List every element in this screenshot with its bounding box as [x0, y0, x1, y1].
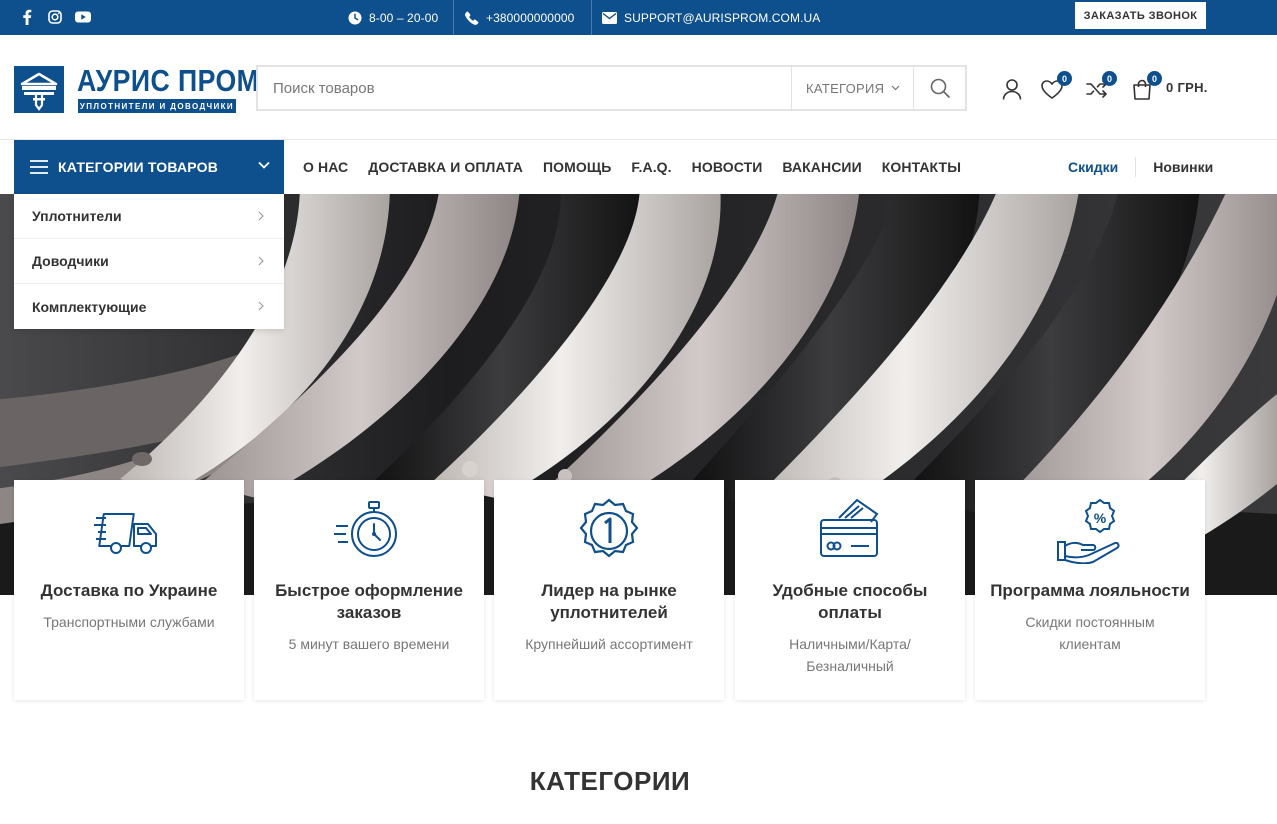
new-arrivals-link[interactable]: Новинки	[1153, 159, 1213, 175]
youtube-icon[interactable]	[74, 8, 92, 26]
main-navigation: КАТЕГОРИИ ТОВАРОВ О НАС ДОСТАВКА И ОПЛАТ…	[0, 140, 1277, 194]
search-button[interactable]	[913, 67, 965, 109]
cart-total[interactable]: 0 ГРН.	[1166, 80, 1208, 95]
category-item-label: Комплектующие	[32, 298, 147, 315]
search-bar: КАТЕГОРИЯ	[256, 65, 967, 111]
feature-card-fast-order: Быстрое оформление заказов 5 минут вашег…	[254, 480, 484, 700]
credit-card-icon	[820, 498, 879, 557]
wishlist-count-badge: 0	[1057, 71, 1072, 86]
phone-contact[interactable]: +380000000000	[465, 0, 574, 35]
instagram-icon[interactable]	[46, 8, 64, 26]
feature-cards: Доставка по Украине Транспортными служба…	[14, 480, 1206, 700]
nav-item-about[interactable]: О НАС	[303, 159, 348, 175]
search-input[interactable]	[258, 67, 791, 109]
search-icon	[930, 78, 950, 98]
chevron-right-icon	[258, 301, 264, 311]
feature-card-loyalty: % Программа лояльности Скидки постоянным…	[975, 480, 1205, 700]
categories-dropdown: Уплотнители Доводчики Комплектующие	[14, 194, 284, 329]
social-links	[18, 8, 92, 26]
loyalty-percent-icon: %	[1057, 498, 1120, 564]
user-icon	[1002, 78, 1022, 100]
feature-description: Наличными/Карта/ Безналичный	[789, 636, 911, 674]
nav-item-news[interactable]: НОВОСТИ	[692, 159, 763, 175]
nav-item-delivery[interactable]: ДОСТАВКА И ОПЛАТА	[368, 159, 523, 175]
categories-menu-label: КАТЕГОРИИ ТОВАРОВ	[58, 159, 219, 175]
facebook-icon[interactable]	[18, 8, 36, 26]
feature-title: Лидер на рынке уплотнителей	[541, 581, 677, 622]
category-item-label: Доводчики	[32, 253, 109, 269]
cart-count-badge: 0	[1147, 71, 1162, 86]
promo-divider	[1135, 157, 1137, 177]
feature-card-delivery: Доставка по Украине Транспортными служба…	[14, 480, 244, 700]
clock-icon	[348, 11, 362, 24]
callback-button[interactable]: ЗАКАЗАТЬ ЗВОНОК	[1075, 2, 1206, 29]
envelope-icon	[602, 11, 617, 24]
discounts-link[interactable]: Скидки	[1068, 159, 1118, 175]
nav-item-contacts[interactable]: КОНТАКТЫ	[882, 159, 961, 175]
feature-description: Транспортными службами	[43, 614, 215, 630]
working-hours: 8-00 – 20-00	[348, 0, 438, 35]
categories-section-title: КАТЕГОРИИ	[529, 766, 691, 796]
nav-item-help[interactable]: ПОМОЩЬ	[543, 159, 611, 175]
email-text: SUPPORT@AURISPROM.COM.UA	[624, 10, 821, 25]
site-header: АУРИС ПРОМ УПЛОТНИТЕЛИ И ДОВОДЧИКИ КАТЕГ…	[0, 35, 1277, 140]
delivery-truck-icon	[94, 513, 157, 554]
category-select[interactable]: КАТЕГОРИЯ	[791, 67, 913, 109]
feature-card-payment: Удобные способы оплаты Наличными/Карта/ …	[735, 480, 965, 700]
compare-count-badge: 0	[1102, 71, 1117, 86]
feature-card-market-leader: Лидер на рынке уплотнителей Крупнейший а…	[494, 480, 724, 700]
phone-text: +380000000000	[486, 10, 575, 25]
chevron-down-icon	[258, 161, 270, 169]
nav-item-vacancies[interactable]: ВАКАНСИИ	[782, 159, 861, 175]
categories-menu-button[interactable]: КАТЕГОРИИ ТОВАРОВ	[14, 140, 284, 194]
email-contact[interactable]: SUPPORT@AURISPROM.COM.UA	[602, 0, 820, 35]
compare-button[interactable]: 0	[1085, 71, 1117, 101]
logo-name: АУРИС ПРОМ	[77, 63, 260, 98]
feature-description: Крупнейший ассортимент	[525, 636, 693, 652]
stopwatch-icon	[334, 501, 397, 557]
feature-description: Скидки постоянным клиентам	[1025, 614, 1155, 652]
chevron-right-icon	[258, 256, 264, 266]
feature-title: Программа лояльности	[990, 581, 1190, 600]
hamburger-menu-icon	[30, 160, 48, 174]
top-bar: 8-00 – 20-00 +380000000000 SUPPORT@AURIS…	[0, 0, 1277, 35]
nav-item-faq[interactable]: F.A.Q.	[631, 159, 671, 175]
topbar-divider	[591, 0, 592, 35]
chevron-down-icon	[891, 85, 900, 91]
feature-description: 5 минут вашего времени	[288, 636, 450, 652]
cart-button[interactable]: 0	[1130, 71, 1162, 101]
feature-title: Быстрое оформление заказов	[275, 581, 463, 622]
wishlist-button[interactable]: 0	[1040, 71, 1072, 101]
feature-title: Удобные способы оплаты	[772, 581, 928, 622]
hours-text: 8-00 – 20-00	[369, 10, 439, 25]
medal-number-one-icon	[579, 498, 639, 558]
topbar-divider	[453, 0, 454, 35]
promo-links: Скидки Новинки	[1068, 140, 1213, 194]
site-logo[interactable]: АУРИС ПРОМ УПЛОТНИТЕЛИ И ДОВОДЧИКИ	[14, 65, 259, 116]
feature-title: Доставка по Украине	[40, 581, 218, 600]
category-item-door-closers[interactable]: Доводчики	[14, 239, 284, 284]
phone-icon	[465, 11, 479, 25]
svg-text:%: %	[1094, 510, 1107, 526]
category-select-label: КАТЕГОРИЯ	[806, 80, 885, 96]
category-item-accessories[interactable]: Комплектующие	[14, 284, 284, 329]
logo-tagline: УПЛОТНИТЕЛИ И ДОВОДЧИКИ	[78, 99, 236, 113]
account-button[interactable]	[1000, 77, 1024, 101]
top-menu: О НАС ДОСТАВКА И ОПЛАТА ПОМОЩЬ F.A.Q. НО…	[303, 140, 961, 194]
category-item-seals[interactable]: Уплотнители	[14, 194, 284, 239]
chevron-right-icon	[258, 211, 264, 221]
category-item-label: Уплотнители	[32, 208, 122, 224]
